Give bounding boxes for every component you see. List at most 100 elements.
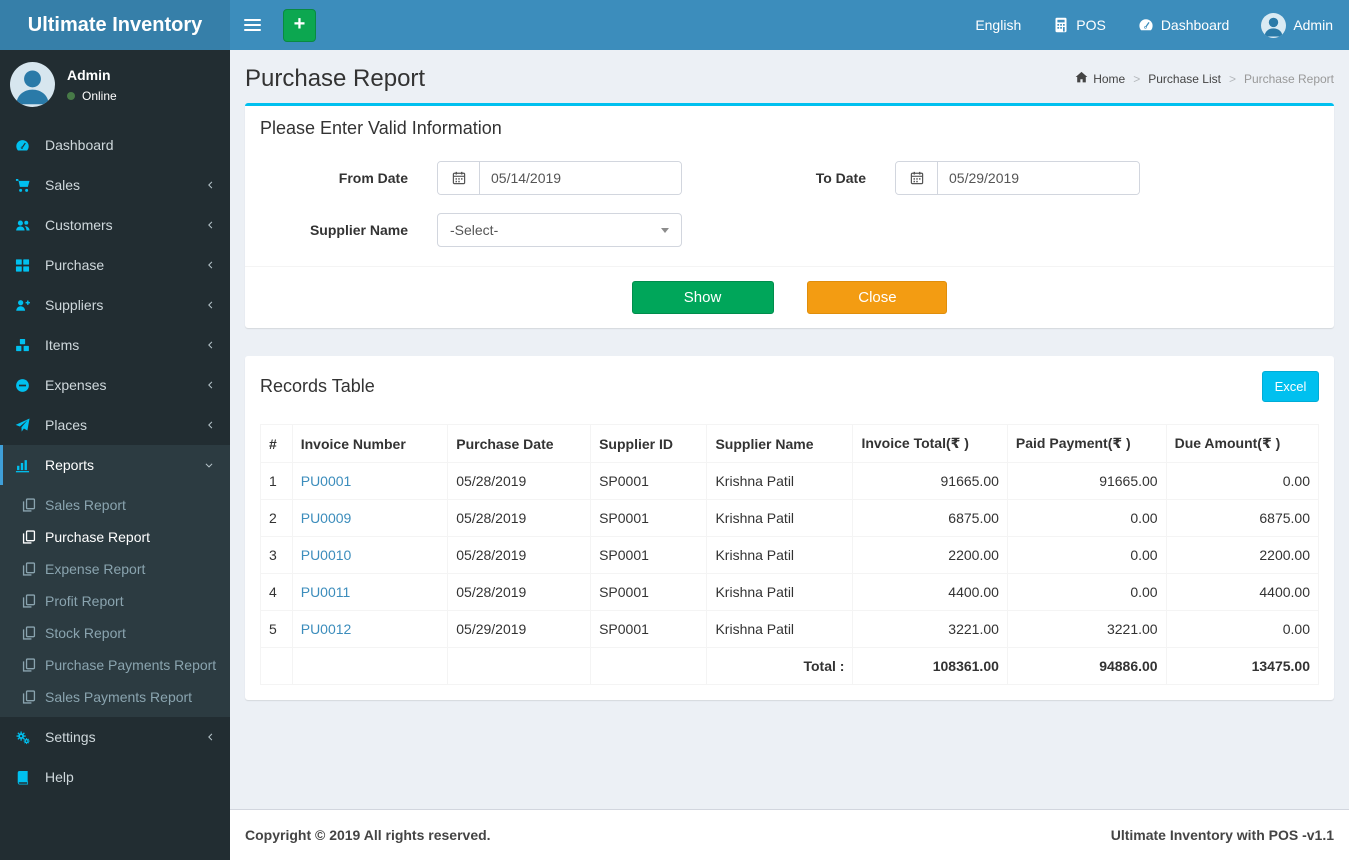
records-panel-header: Records Table Excel xyxy=(245,359,1334,414)
sidebar-item-label: Customers xyxy=(45,217,113,233)
bar-chart-icon xyxy=(15,458,37,473)
filter-panel-footer: Show Close xyxy=(245,266,1334,328)
report-files-icon xyxy=(22,498,36,512)
top-navbar: + English POS Dashboard Admin xyxy=(230,0,1349,50)
to-date-input[interactable] xyxy=(938,162,1139,194)
invoice-link[interactable]: PU0011 xyxy=(301,584,351,600)
app-logo[interactable]: Ultimate Inventory xyxy=(0,0,230,50)
user-plus-icon xyxy=(15,298,37,313)
breadcrumb-purchase-list[interactable]: Purchase List xyxy=(1148,72,1221,86)
chevron-left-icon xyxy=(206,299,215,311)
invoice-link[interactable]: PU0001 xyxy=(301,473,352,489)
calendar-icon[interactable] xyxy=(438,162,480,194)
submenu-item-expense-report[interactable]: Expense Report xyxy=(0,553,230,585)
records-panel-title: Records Table xyxy=(260,376,375,396)
submenu-item-sales-payments-report[interactable]: Sales Payments Report xyxy=(0,681,230,713)
submenu-item-profit-report[interactable]: Profit Report xyxy=(0,585,230,617)
filter-panel-body: From Date To Date xyxy=(245,151,1334,266)
sidebar-item-help[interactable]: Help xyxy=(0,757,230,797)
col-header-due-amount: Due Amount(₹ ) xyxy=(1165,424,1320,463)
sidebar-item-label: Dashboard xyxy=(45,137,114,153)
sidebar-item-label: Sales xyxy=(45,177,81,193)
caret-down-icon xyxy=(661,227,669,233)
calendar-icon[interactable] xyxy=(896,162,938,194)
close-button[interactable]: Close xyxy=(807,281,948,314)
table-row: 4 PU0011 05/28/2019 SP0001 Krishna Patil… xyxy=(260,573,1320,611)
minus-circle-icon xyxy=(15,378,37,393)
sidebar-item-label: Help xyxy=(45,769,74,785)
total-label: Total : xyxy=(706,647,854,685)
sidebar-item-label: Reports xyxy=(45,457,95,473)
sidebar-item-label: Places xyxy=(45,417,88,433)
submenu-item-sales-report[interactable]: Sales Report xyxy=(0,489,230,521)
sidebar-user-name: Admin xyxy=(67,66,111,83)
excel-export-button[interactable]: Excel xyxy=(1262,371,1319,402)
sidebar-item-label: Expenses xyxy=(45,377,107,393)
report-files-icon xyxy=(22,594,36,608)
table-row: 1 PU0001 05/28/2019 SP0001 Krishna Patil… xyxy=(260,462,1320,500)
total-due: 13475.00 xyxy=(1165,647,1320,685)
submenu-item-purchase-report[interactable]: Purchase Report xyxy=(0,521,230,553)
language-label: English xyxy=(975,17,1022,33)
content-area: Purchase Report Home > Purchase List > P… xyxy=(230,50,1349,809)
chevron-left-icon xyxy=(206,339,215,351)
table-row: 3 PU0010 05/28/2019 SP0001 Krishna Patil… xyxy=(260,536,1320,574)
sidebar-item-dashboard[interactable]: Dashboard xyxy=(0,125,230,165)
report-files-icon xyxy=(22,658,36,672)
sidebar-toggle-button[interactable] xyxy=(230,0,275,50)
sidebar-menu: Dashboard Sales Customers Purchase Suppl… xyxy=(0,125,230,797)
footer-version: Ultimate Inventory with POS -v1.1 xyxy=(1110,827,1334,843)
col-header-supplier-id: Supplier ID xyxy=(590,424,708,463)
pos-icon xyxy=(1053,17,1069,33)
show-button[interactable]: Show xyxy=(631,281,774,314)
sidebar-item-settings[interactable]: Settings xyxy=(0,717,230,757)
sidebar-item-suppliers[interactable]: Suppliers xyxy=(0,285,230,325)
total-paid: 94886.00 xyxy=(1006,647,1167,685)
supplier-name-label: Supplier Name xyxy=(309,222,408,238)
invoice-link[interactable]: PU0012 xyxy=(301,621,352,637)
col-header-supplier-name: Supplier Name xyxy=(706,424,854,463)
sidebar-item-label: Settings xyxy=(45,729,96,745)
grid-icon xyxy=(15,258,37,273)
pos-label: POS xyxy=(1076,17,1106,33)
users-icon xyxy=(15,218,37,233)
cart-icon xyxy=(15,178,37,193)
user-menu[interactable]: Admin xyxy=(1245,0,1349,50)
invoice-link[interactable]: PU0009 xyxy=(301,510,352,526)
pos-link[interactable]: POS xyxy=(1037,0,1122,50)
hamburger-icon xyxy=(244,19,261,21)
quick-add-button[interactable]: + xyxy=(283,8,316,42)
sidebar: Admin Online Dashboard Sales Customers P… xyxy=(0,50,230,860)
sidebar-item-label: Suppliers xyxy=(45,297,104,313)
sidebar-item-places[interactable]: Places xyxy=(0,405,230,445)
sidebar-item-reports[interactable]: Reports xyxy=(0,445,230,485)
sidebar-item-items[interactable]: Items xyxy=(0,325,230,365)
book-icon xyxy=(15,770,37,785)
col-header-index: # xyxy=(260,424,293,463)
submenu-item-stock-report[interactable]: Stock Report xyxy=(0,617,230,649)
dashboard-icon xyxy=(1138,17,1154,33)
chevron-left-icon xyxy=(206,419,215,431)
from-date-group xyxy=(437,161,682,195)
language-menu[interactable]: English xyxy=(959,0,1037,50)
page-footer: Copyright © 2019 All rights reserved. Ul… xyxy=(230,809,1349,860)
from-date-input[interactable] xyxy=(480,162,681,194)
sidebar-item-customers[interactable]: Customers xyxy=(0,205,230,245)
navbar-right: English POS Dashboard Admin xyxy=(959,0,1349,50)
sidebar-item-purchase[interactable]: Purchase xyxy=(0,245,230,285)
invoice-link[interactable]: PU0010 xyxy=(301,547,352,563)
total-invoice: 108361.00 xyxy=(852,647,1008,685)
sidebar-item-expenses[interactable]: Expenses xyxy=(0,365,230,405)
supplier-select[interactable]: -Select- xyxy=(437,213,682,247)
filter-panel-header: Please Enter Valid Information xyxy=(245,106,1334,151)
chevron-left-icon xyxy=(206,259,215,271)
sidebar-item-sales[interactable]: Sales xyxy=(0,165,230,205)
sidebar-item-label: Items xyxy=(45,337,80,353)
chevron-left-icon xyxy=(206,731,215,743)
content-header: Purchase Report Home > Purchase List > P… xyxy=(245,65,1334,93)
speedometer-icon xyxy=(15,138,37,153)
dashboard-link[interactable]: Dashboard xyxy=(1122,0,1246,50)
submenu-item-purchase-payments-report[interactable]: Purchase Payments Report xyxy=(0,649,230,681)
filter-panel-title: Please Enter Valid Information xyxy=(260,118,502,138)
breadcrumb-home[interactable]: Home xyxy=(1075,71,1125,87)
